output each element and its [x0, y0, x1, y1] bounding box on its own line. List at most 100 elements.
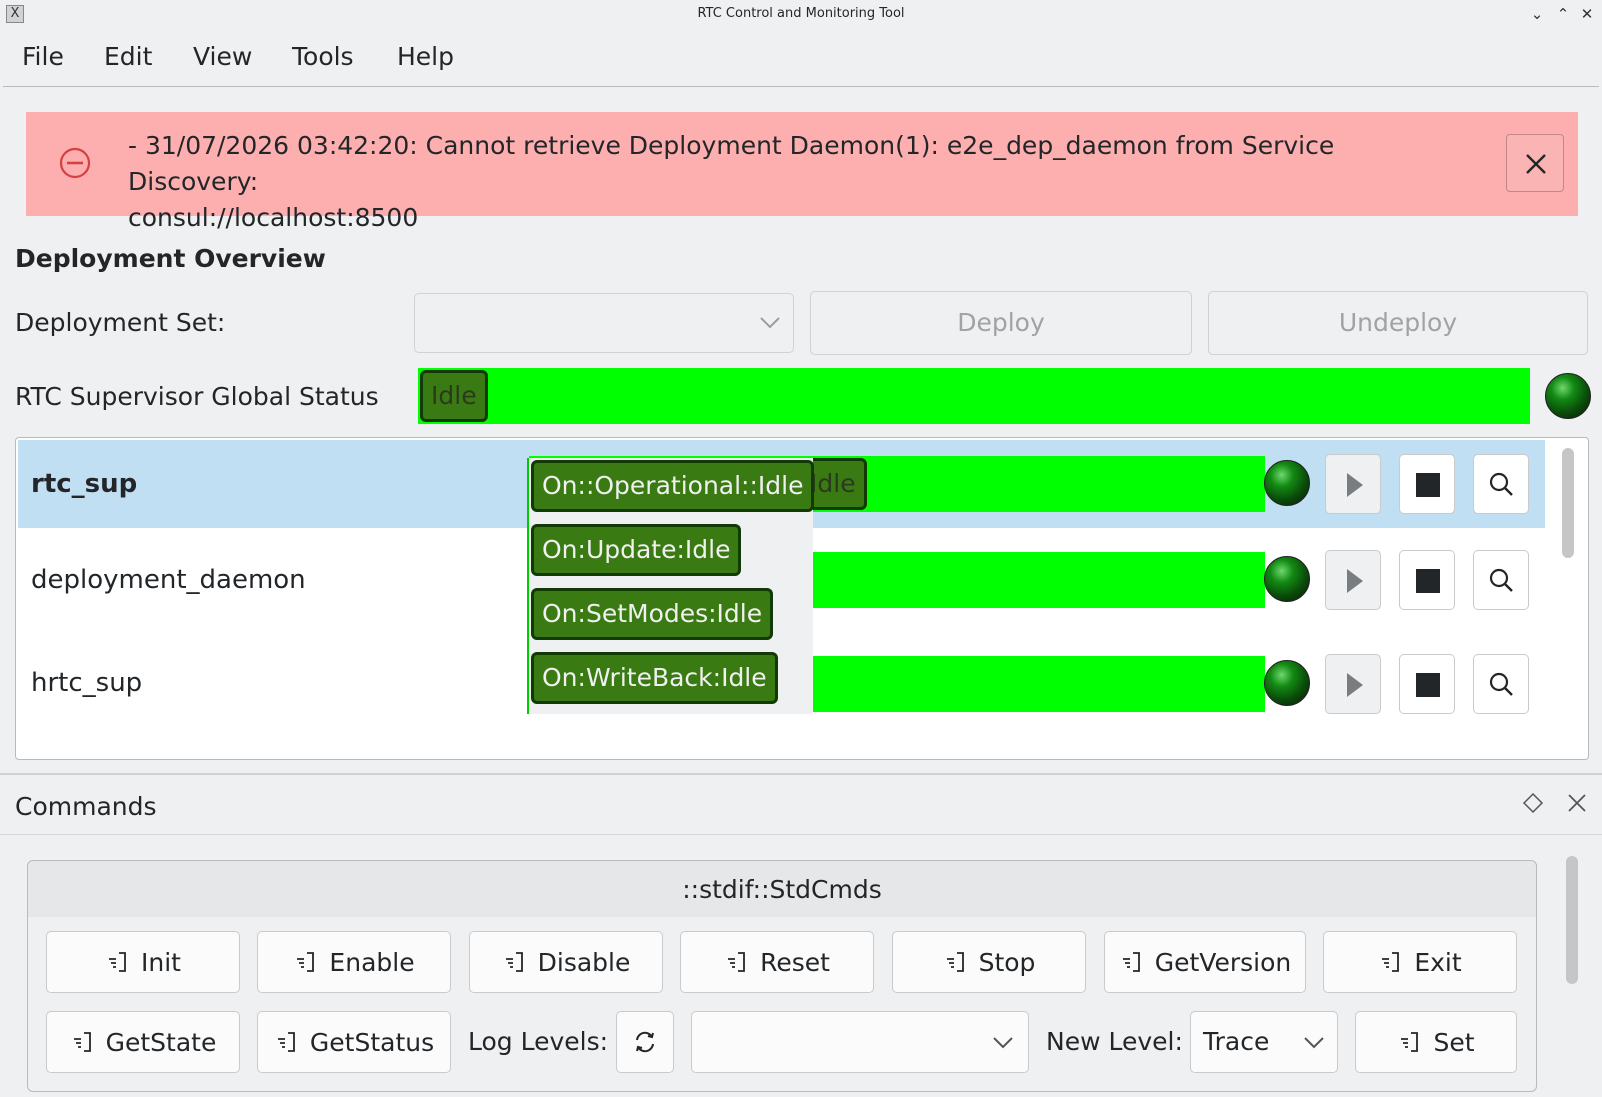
- command-icon: [505, 952, 523, 972]
- component-status-led: [1264, 660, 1310, 706]
- exit-label: Exit: [1414, 947, 1462, 977]
- getstate-label: GetState: [105, 1027, 217, 1057]
- error-message-line2: consul://localhost:8500: [128, 203, 419, 232]
- getstatus-label: GetStatus: [309, 1027, 435, 1057]
- set-level-button[interactable]: Set: [1355, 1011, 1517, 1073]
- log-levels-combo[interactable]: [691, 1011, 1029, 1073]
- state-item-writeback[interactable]: On:WriteBack:Idle: [531, 652, 778, 704]
- inspect-button[interactable]: [1473, 454, 1529, 514]
- commands-dock-title: Commands: [15, 792, 157, 821]
- global-status-label: RTC Supervisor Global Status: [15, 382, 379, 411]
- new-level-label: New Level:: [1046, 1027, 1183, 1056]
- stop-label: Stop: [978, 947, 1036, 977]
- getstatus-button[interactable]: GetStatus: [257, 1011, 451, 1073]
- play-icon: [1347, 569, 1363, 593]
- group-title: ::stdif::StdCmds: [682, 875, 882, 904]
- new-level-value: Trace: [1203, 1027, 1270, 1056]
- log-levels-label: Log Levels:: [468, 1027, 609, 1056]
- component-status-led: [1264, 556, 1310, 602]
- error-message: - 31/07/2026 03:42:20: Cannot retrieve D…: [128, 128, 1458, 236]
- state-popup: On::Operational::Idle On:Update:Idle On:…: [527, 458, 815, 714]
- close-window-icon[interactable]: ✕: [1576, 3, 1598, 25]
- chevron-down-icon: [1304, 1037, 1324, 1049]
- command-icon: [297, 952, 315, 972]
- start-button[interactable]: [1325, 550, 1381, 610]
- component-name: rtc_sup: [31, 469, 138, 499]
- close-icon: [1526, 154, 1546, 174]
- command-icon: [1401, 1032, 1419, 1052]
- disable-button[interactable]: Disable: [469, 931, 663, 993]
- menu-tools[interactable]: Tools: [292, 42, 354, 71]
- enable-button[interactable]: Enable: [257, 931, 451, 993]
- state-item-update[interactable]: On:Update:Idle: [531, 524, 742, 576]
- stop-button[interactable]: [1399, 454, 1455, 514]
- command-icon: [1122, 952, 1140, 972]
- deploy-button[interactable]: Deploy: [810, 291, 1192, 355]
- menu-edit[interactable]: Edit: [104, 42, 152, 71]
- exit-button[interactable]: Exit: [1323, 931, 1517, 993]
- menu-view[interactable]: View: [193, 42, 252, 71]
- refresh-log-levels-button[interactable]: [616, 1011, 674, 1073]
- refresh-icon: [636, 1031, 654, 1053]
- search-icon: [1489, 472, 1513, 496]
- global-status-led: [1545, 373, 1591, 419]
- error-icon: [59, 147, 91, 179]
- undeploy-button[interactable]: Undeploy: [1208, 291, 1588, 355]
- close-banner-button[interactable]: [1506, 134, 1564, 192]
- command-icon: [728, 952, 745, 972]
- dock-header-divider: [0, 834, 1602, 835]
- start-button[interactable]: [1325, 454, 1381, 514]
- state-item-setmodes[interactable]: On:SetModes:Idle: [531, 588, 774, 640]
- stop-button[interactable]: [1399, 654, 1455, 714]
- deployment-overview-heading: Deployment Overview: [15, 244, 326, 273]
- component-status-led: [1264, 460, 1310, 506]
- disable-label: Disable: [537, 947, 631, 977]
- stdcmds-group: ::stdif::StdCmds Init Enable Disable Res…: [27, 860, 1537, 1092]
- component-name: deployment_daemon: [31, 565, 306, 595]
- title-bar: X RTC Control and Monitoring Tool ⌄ ⌃ ✕: [0, 0, 1602, 28]
- stop-button[interactable]: [1399, 550, 1455, 610]
- getstate-button[interactable]: GetState: [46, 1011, 240, 1073]
- command-icon: [109, 952, 126, 972]
- global-status-bar: Idle: [418, 368, 1530, 424]
- inspect-button[interactable]: [1473, 654, 1529, 714]
- command-icon: [277, 1032, 295, 1052]
- reset-button[interactable]: Reset: [680, 931, 874, 993]
- state-item-operational[interactable]: On::Operational::Idle: [531, 460, 815, 512]
- inspect-button[interactable]: [1473, 550, 1529, 610]
- start-button[interactable]: [1325, 654, 1381, 714]
- stop-command-button[interactable]: Stop: [892, 931, 1086, 993]
- error-banner: - 31/07/2026 03:42:20: Cannot retrieve D…: [26, 112, 1578, 232]
- getversion-button[interactable]: GetVersion: [1104, 931, 1306, 993]
- commands-scrollbar[interactable]: [1566, 856, 1578, 984]
- menu-help[interactable]: Help: [397, 42, 454, 71]
- chevron-down-icon: [993, 1037, 1013, 1049]
- command-icon: [1382, 952, 1400, 972]
- global-status-badge: Idle: [420, 370, 488, 422]
- init-button[interactable]: Init: [46, 931, 240, 993]
- set-label: Set: [1433, 1027, 1475, 1057]
- play-icon: [1347, 673, 1363, 697]
- stop-icon: [1416, 473, 1440, 497]
- search-icon: [1489, 568, 1513, 592]
- close-dock-icon[interactable]: [1566, 792, 1588, 814]
- stop-icon: [1416, 673, 1440, 697]
- chevron-down-icon: [760, 317, 780, 329]
- maximize-icon[interactable]: ⌃: [1552, 3, 1574, 25]
- new-level-combo[interactable]: Trace: [1190, 1011, 1338, 1073]
- stop-icon: [1416, 569, 1440, 593]
- init-label: Init: [141, 947, 181, 977]
- float-dock-icon[interactable]: [1522, 792, 1544, 814]
- window-title: RTC Control and Monitoring Tool: [697, 6, 905, 21]
- enable-label: Enable: [329, 947, 415, 977]
- deployment-set-combo[interactable]: [414, 293, 794, 353]
- error-message-line1: - 31/07/2026 03:42:20: Cannot retrieve D…: [128, 131, 1335, 196]
- minimize-icon[interactable]: ⌄: [1526, 3, 1548, 25]
- deployment-set-label: Deployment Set:: [15, 308, 226, 337]
- menu-separator: [3, 86, 1599, 87]
- list-scrollbar[interactable]: [1562, 448, 1574, 558]
- menu-file[interactable]: File: [22, 42, 64, 71]
- command-icon: [73, 1032, 91, 1052]
- play-icon: [1347, 473, 1363, 497]
- component-name: hrtc_sup: [31, 668, 143, 698]
